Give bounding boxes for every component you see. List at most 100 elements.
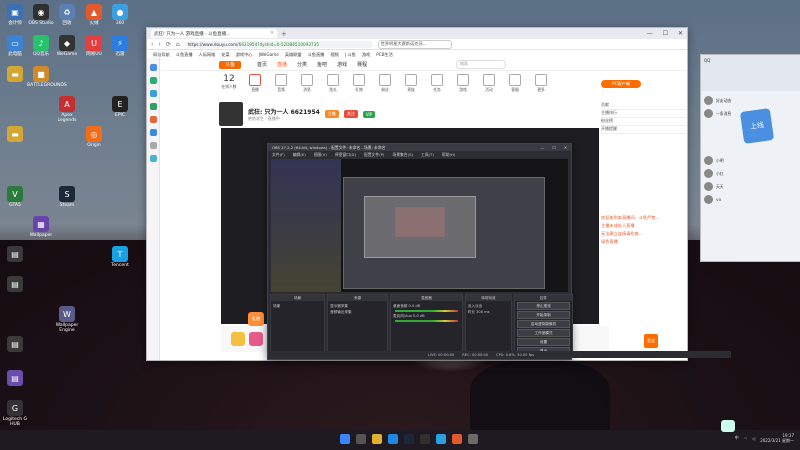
start-icon[interactable]: [340, 434, 350, 444]
category-item[interactable]: 粉丝: [375, 74, 395, 96]
menu-item[interactable]: 配置文件(P): [364, 152, 384, 158]
nav-live[interactable]: 直播: [277, 61, 287, 68]
contact-item[interactable]: VX: [704, 193, 797, 206]
forward-icon[interactable]: ›: [158, 41, 160, 48]
site-logo[interactable]: 斗鱼: [219, 61, 241, 69]
contact-item[interactable]: 小红: [704, 167, 797, 180]
desktop-icon[interactable]: ♻ 回收: [53, 4, 81, 26]
category-item[interactable]: 任务: [427, 74, 447, 96]
desktop-icon[interactable]: ▬: [1, 66, 29, 83]
nav-category[interactable]: 分类: [297, 61, 307, 68]
menu-item[interactable]: 编辑(E): [293, 152, 306, 158]
menu-item[interactable]: 帮助(H): [442, 152, 455, 158]
bookmark[interactable]: 游戏中心: [236, 52, 253, 58]
home-icon[interactable]: ⌂: [176, 41, 180, 48]
pc-client-button[interactable]: PC客户端: [601, 80, 641, 88]
close-icon[interactable]: ✕: [564, 145, 567, 150]
desktop-icon[interactable]: ▲ 火绒: [80, 4, 108, 26]
gift-icon[interactable]: [249, 332, 263, 346]
desktop-icon[interactable]: ▤: [1, 276, 29, 293]
sidebar-app-icon[interactable]: [149, 116, 157, 123]
desktop-icon[interactable]: ▤: [1, 370, 29, 387]
file-explorer-icon[interactable]: [372, 434, 382, 444]
desktop-icon[interactable]: ◎ Origin: [80, 126, 108, 148]
category-item[interactable]: 直播: [245, 74, 265, 96]
category-item[interactable]: 鱼丸: [323, 74, 343, 96]
gift-ad-button[interactable]: 礼物: [248, 312, 264, 326]
room-tag[interactable]: VIP: [362, 110, 376, 118]
desktop-icon[interactable]: ▤: [1, 246, 29, 263]
follow-button[interactable]: 关注: [343, 110, 358, 118]
desktop-icon[interactable]: E EPIC: [106, 96, 134, 118]
volume-icon[interactable]: ◁: [752, 436, 755, 441]
tray-notification-icon[interactable]: [721, 420, 735, 432]
obs-preview[interactable]: [271, 159, 568, 292]
qq-icon[interactable]: [436, 434, 446, 444]
back-icon[interactable]: ‹: [151, 41, 153, 48]
steam-icon[interactable]: [404, 434, 414, 444]
send-button[interactable]: 发送: [644, 334, 658, 348]
sidebar-app-icon[interactable]: [149, 142, 157, 149]
bookmark[interactable]: 游戏: [362, 52, 370, 58]
url-input[interactable]: https://www.douyu.com/6621954?dyshid=0-5…: [184, 40, 373, 48]
category-item[interactable]: 更多: [531, 74, 551, 96]
category-item[interactable]: 礼物: [349, 74, 369, 96]
nav-yuba[interactable]: 鱼吧: [317, 61, 327, 68]
desktop-icon[interactable]: ▦ Wallpaper: [27, 216, 55, 238]
desktop-icon[interactable]: ▭ 此电脑: [1, 35, 29, 57]
panel-tab[interactable]: 主播排行: [601, 110, 686, 118]
menu-item[interactable]: 停靠窗口(D): [335, 152, 356, 158]
category-item[interactable]: 音频: [271, 74, 291, 96]
desktop-icon[interactable]: ● 360: [106, 4, 134, 26]
minimize-icon[interactable]: —: [541, 145, 545, 150]
desktop-icon[interactable]: ◆ WeGame: [53, 35, 81, 57]
desktop-icon[interactable]: ♪ QQ音乐: [27, 35, 55, 57]
bookmark[interactable]: | 斗鱼: [345, 52, 356, 58]
menu-item[interactable]: 文件(F): [272, 152, 285, 158]
browser-tab[interactable]: 武狂! 只为一人 游戏直播 - 斗鱼直播... ✕: [151, 29, 277, 38]
desktop-icon[interactable]: S Steam: [53, 186, 81, 208]
menu-item[interactable]: 视图(V): [314, 152, 327, 158]
source-item[interactable]: 音频输出采集: [330, 309, 385, 315]
close-tab-icon[interactable]: ✕: [270, 31, 274, 36]
bookmark[interactable]: 斗鱼直播: [308, 52, 325, 58]
category-item[interactable]: 活动: [479, 74, 499, 96]
menu-item[interactable]: 场景集合(S): [392, 152, 413, 158]
sidebar-app-icon[interactable]: [149, 64, 157, 71]
bookmark[interactable]: 英雄联盟: [285, 52, 302, 58]
category-item[interactable]: 贵族: [401, 74, 421, 96]
desktop-icon[interactable]: ▣ 会计师: [1, 4, 29, 26]
new-tab-icon[interactable]: +: [281, 30, 287, 38]
panel-tab[interactable]: 贡献: [601, 102, 686, 110]
desktop-icon[interactable]: V GTA5: [1, 186, 29, 208]
bookmark[interactable]: PCB生活: [376, 52, 393, 58]
contact-item[interactable]: 小明: [704, 154, 797, 167]
category-item[interactable]: 游戏: [453, 74, 473, 96]
browser-icon[interactable]: [388, 434, 398, 444]
desktop-icon[interactable]: W Wallpaper Engine: [53, 306, 81, 333]
category-item[interactable]: 消息: [297, 74, 317, 96]
desktop-icon[interactable]: ▤: [1, 336, 29, 353]
panel-tab[interactable]: 开播提醒: [601, 126, 686, 134]
nav-home[interactable]: 首页: [257, 61, 267, 68]
streamer-avatar[interactable]: [219, 102, 243, 126]
maximize-icon[interactable]: ☐: [552, 145, 555, 150]
app-icon[interactable]: [468, 434, 478, 444]
stop-stream-button[interactable]: 停止推流: [517, 302, 570, 310]
wifi-icon[interactable]: ◠: [744, 436, 748, 441]
sidebar-app-icon[interactable]: [149, 129, 157, 136]
site-search-input[interactable]: 搜索: [456, 60, 506, 69]
studio-mode-button[interactable]: 工作室模式: [517, 329, 570, 337]
contact-item[interactable]: 好友动态: [704, 94, 797, 107]
bookmark[interactable]: 斗鱼直播: [176, 52, 193, 58]
desktop-icon[interactable]: A Apex Legends: [53, 96, 81, 123]
nav-schedule[interactable]: 赛程: [357, 61, 367, 68]
start-recording-button[interactable]: 开始录制: [517, 311, 570, 319]
minimize-icon[interactable]: —: [647, 30, 653, 37]
desktop-icon[interactable]: G Logitech G HUB: [1, 400, 29, 427]
room-tag[interactable]: 主播: [324, 110, 339, 118]
panel-tab[interactable]: 粉丝榜: [601, 118, 686, 126]
category-item[interactable]: 客服: [505, 74, 525, 96]
menu-item[interactable]: 工具(T): [421, 152, 434, 158]
sidebar-app-icon[interactable]: [149, 90, 157, 97]
